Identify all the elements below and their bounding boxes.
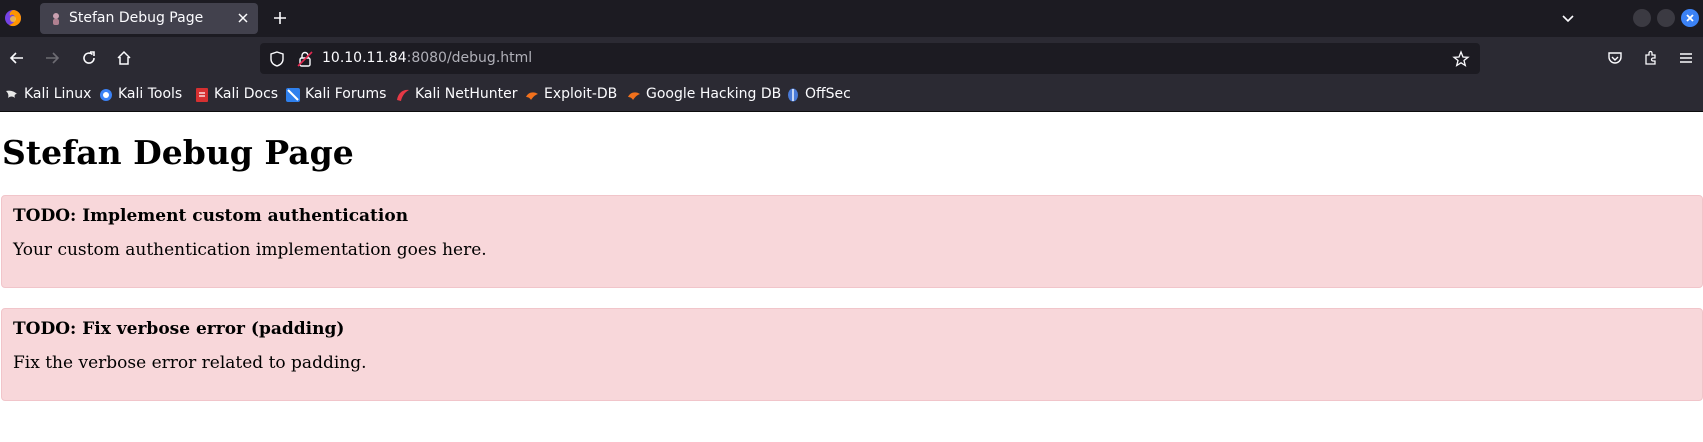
offsec-icon <box>788 88 798 102</box>
kali-tools-icon <box>100 89 112 101</box>
bookmark-label: Exploit-DB <box>544 86 618 102</box>
url-text[interactable]: 10.10.11.84:8080/debug.html <box>322 50 532 66</box>
insecure-lock-icon[interactable] <box>296 50 314 68</box>
hamburger-menu-icon[interactable] <box>1677 49 1695 67</box>
bookmark-label: Kali Docs <box>214 86 279 102</box>
forward-arrow-icon[interactable] <box>43 49 61 67</box>
bookmark-label: Kali Forums <box>305 86 387 102</box>
todo-description: Fix the verbose error related to padding… <box>13 353 367 373</box>
pocket-icon[interactable] <box>1606 49 1624 67</box>
bookmark-star-icon[interactable] <box>1452 50 1470 68</box>
url-bar[interactable]: 10.10.11.84:8080/debug.html <box>260 43 1480 74</box>
todo-heading: TODO: Implement custom authentication <box>13 206 409 226</box>
tab-active[interactable]: Stefan Debug Page <box>40 3 258 34</box>
page-favicon-icon <box>53 13 59 25</box>
bookmark-label: OffSec <box>805 86 851 102</box>
todo-description: Your custom authentication implementatio… <box>13 240 487 260</box>
bookmark-label: Google Hacking DB <box>646 86 782 102</box>
todo-alert-padding: TODO: Fix verbose error (padding) Fix th… <box>1 308 1703 401</box>
close-icon <box>1686 14 1694 22</box>
extensions-puzzle-icon[interactable] <box>1642 49 1660 67</box>
todo-heading: TODO: Fix verbose error (padding) <box>13 319 345 339</box>
page-content: Stefan Debug Page TODO: Implement custom… <box>0 112 1703 442</box>
home-icon[interactable] <box>115 49 133 67</box>
bookmarks-toolbar: Kali Linux Kali Tools Kali Docs Kali For… <box>0 79 1703 112</box>
url-host: 10.10.11.84 <box>322 50 407 66</box>
firefox-logo-icon[interactable] <box>4 9 22 27</box>
bookmark-label: Kali NetHunter <box>415 86 518 102</box>
reload-icon[interactable] <box>80 49 98 67</box>
bookmark-label: Kali Linux <box>24 86 92 102</box>
close-window-button[interactable] <box>1681 9 1699 27</box>
kali-nethunter-icon <box>397 89 409 101</box>
maximize-button[interactable] <box>1657 9 1675 27</box>
kali-dragon-icon <box>6 90 17 98</box>
chevron-down-icon[interactable] <box>1560 10 1576 26</box>
page-title: Stefan Debug Page <box>2 133 354 172</box>
tab-title: Stefan Debug Page <box>69 10 204 26</box>
url-path: :8080/debug.html <box>406 50 533 66</box>
bookmark-label: Kali Tools <box>118 86 183 102</box>
tracking-protection-shield-icon[interactable] <box>268 50 286 68</box>
kali-docs-icon <box>196 88 208 102</box>
minimize-button[interactable] <box>1633 9 1651 27</box>
exploit-db-icon <box>526 92 538 100</box>
back-arrow-icon[interactable] <box>8 49 26 67</box>
new-tab-icon[interactable] <box>272 10 288 26</box>
google-hacking-db-icon <box>628 92 640 100</box>
navigation-toolbar: 10.10.11.84:8080/debug.html <box>0 37 1703 79</box>
todo-alert-authentication: TODO: Implement custom authentication Yo… <box>1 195 1703 288</box>
kali-forums-icon <box>286 88 300 102</box>
close-tab-icon[interactable] <box>236 11 250 25</box>
tab-strip: Stefan Debug Page <box>0 0 1703 37</box>
